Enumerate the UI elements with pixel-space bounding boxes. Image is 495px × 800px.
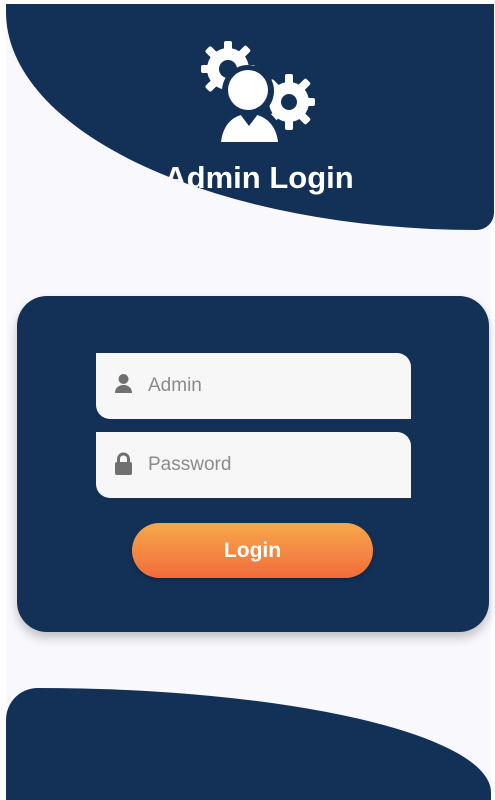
password-field-container[interactable]	[96, 432, 411, 498]
admin-login-screen: Admin Login Login	[0, 0, 495, 800]
lock-icon	[115, 452, 132, 475]
page-title: Admin Login	[164, 160, 354, 195]
user-icon	[115, 374, 132, 393]
login-card: Login	[17, 296, 489, 632]
admin-gears-icon	[201, 41, 315, 144]
username-field-container[interactable]	[96, 353, 411, 419]
login-button[interactable]: Login	[132, 523, 373, 578]
username-input[interactable]	[148, 353, 393, 419]
password-input[interactable]	[148, 432, 393, 498]
